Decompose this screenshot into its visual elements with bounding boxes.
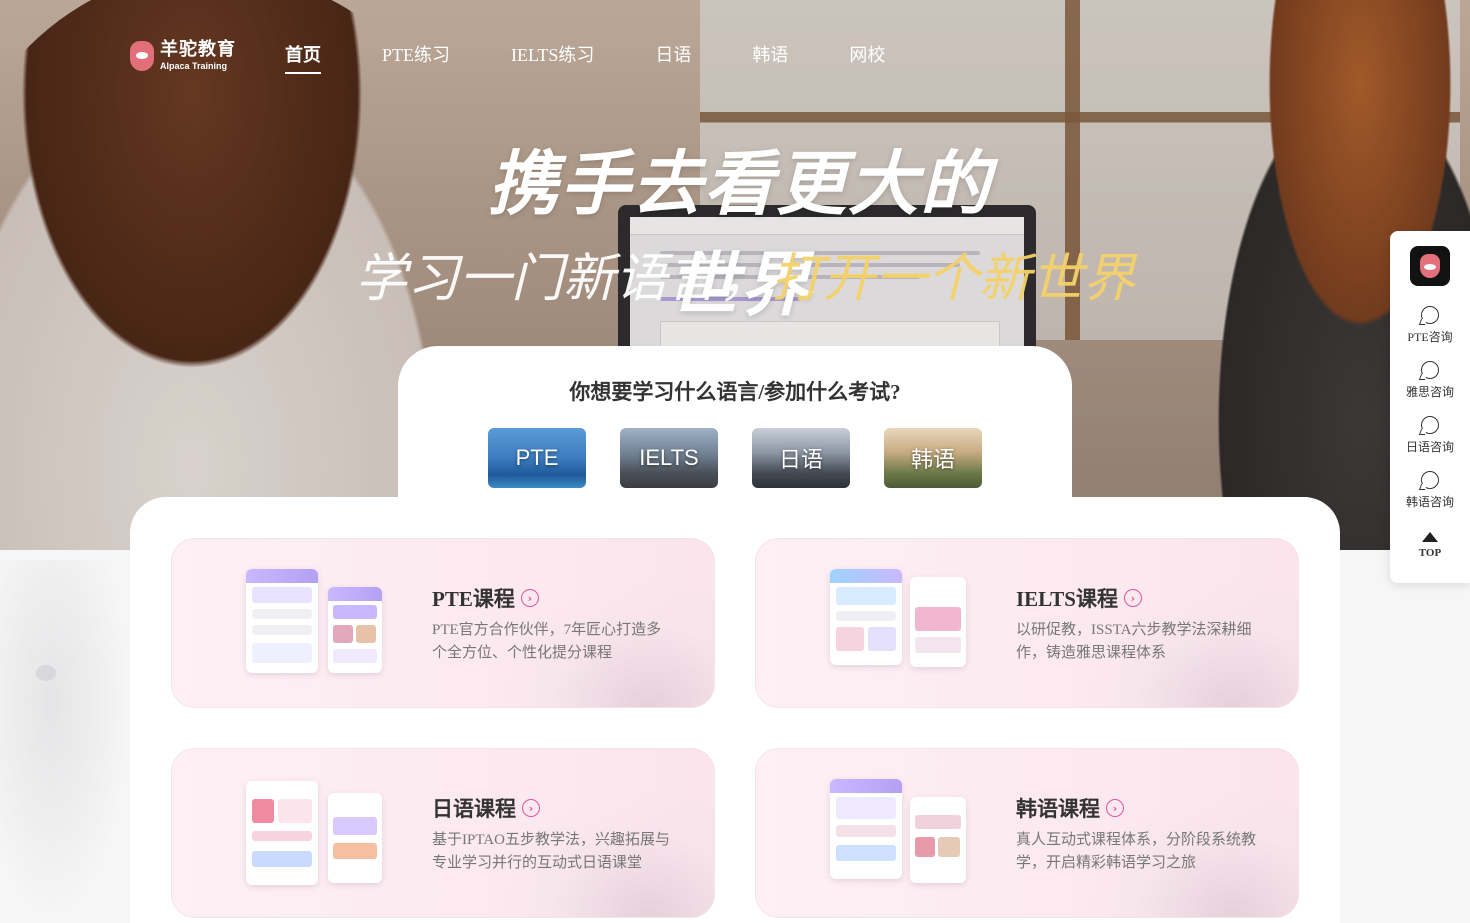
consult-ielts[interactable]: 雅思咨询 <box>1390 361 1470 400</box>
consult-pte[interactable]: PTE咨询 <box>1390 306 1470 345</box>
app-screenshot <box>830 569 970 679</box>
floating-consult-bar: PTE咨询 雅思咨询 日语咨询 韩语咨询 TOP <box>1390 231 1470 583</box>
app-screenshot <box>246 569 386 679</box>
app-screenshot <box>246 779 386 889</box>
alpaca-logo-icon[interactable] <box>1410 246 1450 286</box>
picker-option-pte[interactable]: PTE <box>488 428 586 488</box>
course-desc-japanese: 基于IPTAO五步教学法，兴趣拓展与专业学习并行的互动式日语课堂 <box>432 832 670 871</box>
course-card-ielts[interactable]: IELTS课程 › 以研促教，ISSTA六步教学法深耕细作，铸造雅思课程体系 <box>755 538 1299 708</box>
brand-logo[interactable]: 羊驼教育 Alpaca Training <box>130 41 236 71</box>
consult-korean[interactable]: 韩语咨询 <box>1390 471 1470 510</box>
course-panel: PTE课程 › PTE官方合作伙伴，7年匠心打造多个全方位、个性化提分课程 IEL… <box>130 497 1340 923</box>
chat-icon <box>1421 361 1439 379</box>
brand-name-en: Alpaca Training <box>160 61 228 71</box>
course-title-pte: PTE课程 <box>432 587 515 611</box>
nav-ielts-practice[interactable]: IELTS练习 <box>511 42 594 74</box>
course-card-japanese[interactable]: 日语课程 › 基于IPTAO五步教学法，兴趣拓展与专业学习并行的互动式日语课堂 <box>171 748 715 918</box>
app-screenshot <box>830 779 970 889</box>
hero-slogan-sub-yellow: 打开一个新世界 <box>771 249 1136 309</box>
course-desc-korean: 真人互动式课程体系，分阶段系统教学，开启精彩韩语学习之旅 <box>1016 832 1257 871</box>
language-picker: 你想要学习什么语言/参加什么考试? PTE IELTS 日语 韩语 <box>398 346 1072 516</box>
nav-korean[interactable]: 韩语 <box>752 42 788 74</box>
alpaca-logo-icon <box>130 41 154 71</box>
course-title-ielts: IELTS课程 <box>1016 587 1118 611</box>
course-desc-pte: PTE官方合作伙伴，7年匠心打造多个全方位、个性化提分课程 <box>432 622 662 661</box>
picker-option-japanese[interactable]: 日语 <box>752 428 850 488</box>
picker-option-ielts[interactable]: IELTS <box>620 428 718 488</box>
arrow-right-icon[interactable]: › <box>1106 799 1124 817</box>
nav-home[interactable]: 首页 <box>285 42 321 74</box>
course-desc-ielts: 以研促教，ISSTA六步教学法深耕细作，铸造雅思课程体系 <box>1016 622 1252 661</box>
nav-japanese[interactable]: 日语 <box>655 42 691 74</box>
nav-pte-practice[interactable]: PTE练习 <box>382 42 450 74</box>
arrow-up-icon <box>1422 532 1438 542</box>
brand-name-cn: 羊驼教育 <box>160 39 236 60</box>
chat-icon <box>1421 471 1439 489</box>
picker-option-korean[interactable]: 韩语 <box>884 428 982 488</box>
nav-online-school[interactable]: 网校 <box>849 42 885 74</box>
course-title-korean: 韩语课程 <box>1016 797 1100 821</box>
picker-title: 你想要学习什么语言/参加什么考试? <box>569 380 901 404</box>
course-card-korean[interactable]: 韩语课程 › 真人互动式课程体系，分阶段系统教学，开启精彩韩语学习之旅 <box>755 748 1299 918</box>
background-decoration <box>0 560 130 920</box>
course-title-japanese: 日语课程 <box>432 797 516 821</box>
back-to-top-button[interactable]: TOP <box>1390 532 1470 560</box>
main-nav: 首页 PTE练习 IELTS练习 日语 韩语 网校 <box>285 42 885 74</box>
consult-japanese[interactable]: 日语咨询 <box>1390 416 1470 455</box>
arrow-right-icon[interactable]: › <box>1123 589 1142 607</box>
course-card-pte[interactable]: PTE课程 › PTE官方合作伙伴，7年匠心打造多个全方位、个性化提分课程 <box>171 538 715 708</box>
hero-slogan-sub: 学习一门新语言，打开一个新世界 <box>355 236 1135 311</box>
hero-slogan-sub-white: 学习一门新语言， <box>355 249 772 309</box>
chat-icon <box>1421 306 1439 324</box>
chat-icon <box>1421 416 1439 434</box>
arrow-right-icon[interactable]: › <box>520 589 539 607</box>
arrow-right-icon[interactable]: › <box>522 799 540 817</box>
